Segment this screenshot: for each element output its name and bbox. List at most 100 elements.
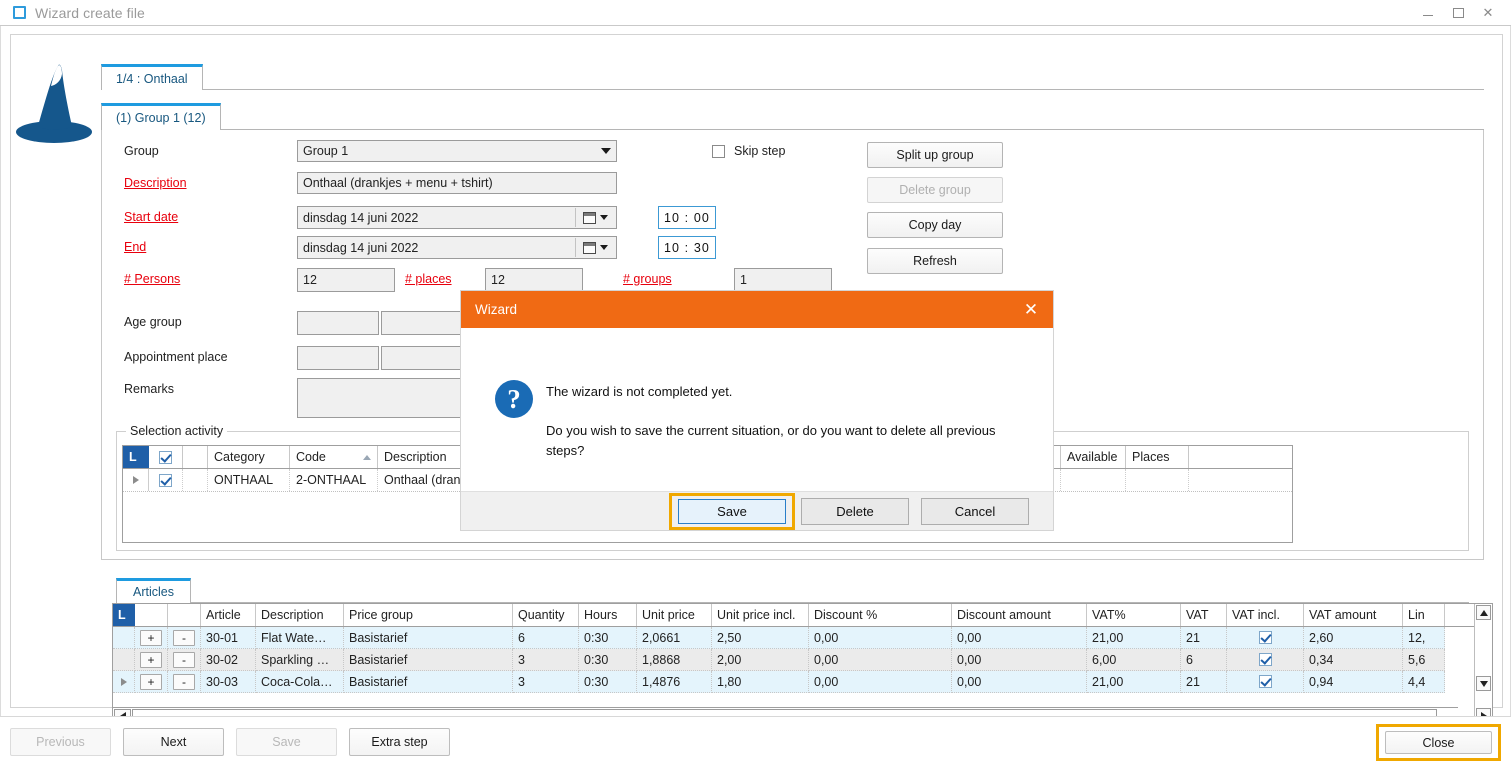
cell-vat-incl[interactable] bbox=[1227, 627, 1304, 649]
checkbox-icon[interactable] bbox=[1259, 653, 1272, 666]
chevron-down-icon[interactable] bbox=[596, 142, 615, 160]
description-input[interactable]: Onthaal (drankjes + menu + tshirt) bbox=[297, 172, 617, 194]
col-header-discount-pct[interactable]: Discount % bbox=[809, 604, 952, 626]
dialog-footer: Save Delete Cancel bbox=[461, 491, 1053, 530]
checkbox-icon[interactable] bbox=[159, 451, 172, 464]
cell-line: 4,4 bbox=[1403, 671, 1445, 693]
minus-icon[interactable]: - bbox=[173, 652, 195, 668]
start-date-picker-button[interactable] bbox=[575, 208, 615, 227]
groups-input[interactable]: 1 bbox=[734, 268, 832, 292]
col-header-l[interactable]: L bbox=[113, 604, 135, 626]
col-header-discount-amount[interactable]: Discount amount bbox=[952, 604, 1087, 626]
end-time-input[interactable]: 10 : 30 bbox=[658, 236, 716, 259]
row-checkbox[interactable] bbox=[149, 469, 183, 491]
col-header-line[interactable]: Lin bbox=[1403, 604, 1445, 626]
end-date-input[interactable]: dinsdag 14 juni 2022 bbox=[297, 236, 617, 259]
label-persons: # Persons bbox=[124, 272, 180, 286]
minus-icon[interactable]: - bbox=[173, 674, 195, 690]
previous-button: Previous bbox=[10, 728, 111, 756]
articles-header: L Article Description Price group Quanti… bbox=[113, 604, 1492, 627]
refresh-button[interactable]: Refresh bbox=[867, 248, 1003, 274]
col-header-vat[interactable]: VAT bbox=[1181, 604, 1227, 626]
col-header-vat-incl[interactable]: VAT incl. bbox=[1227, 604, 1304, 626]
remove-row-button[interactable]: - bbox=[168, 627, 201, 649]
scroll-down-button[interactable] bbox=[1476, 676, 1491, 691]
minus-icon[interactable]: - bbox=[173, 630, 195, 646]
col-header-price-group[interactable]: Price group bbox=[344, 604, 513, 626]
col-header-places[interactable]: Places bbox=[1126, 446, 1189, 468]
label-start-date: Start date bbox=[124, 210, 178, 224]
checkbox-icon[interactable] bbox=[712, 145, 725, 158]
col-header-l[interactable]: L bbox=[123, 446, 149, 468]
remove-row-button[interactable]: - bbox=[168, 671, 201, 693]
checkbox-icon[interactable] bbox=[1259, 631, 1272, 644]
dialog-close-icon[interactable]: ✕ bbox=[1009, 291, 1053, 328]
dialog-save-button[interactable]: Save bbox=[678, 499, 786, 524]
checkbox-icon[interactable] bbox=[1259, 675, 1272, 688]
col-header-article[interactable]: Article bbox=[201, 604, 256, 626]
table-row[interactable]: + - 30-01 Flat Wate… Basistarief 6 0:30 … bbox=[113, 627, 1492, 649]
col-header-unit-price[interactable]: Unit price bbox=[637, 604, 712, 626]
articles-grid[interactable]: L Article Description Price group Quanti… bbox=[112, 603, 1493, 725]
minimize-button[interactable] bbox=[1413, 1, 1443, 25]
scroll-up-button[interactable] bbox=[1476, 605, 1491, 620]
description-value: Onthaal (drankjes + menu + tshirt) bbox=[303, 175, 493, 191]
col-header-description[interactable]: Description bbox=[256, 604, 344, 626]
label-group: Group bbox=[124, 144, 159, 158]
age-group-input-1[interactable] bbox=[297, 311, 379, 335]
add-row-button[interactable]: + bbox=[135, 627, 168, 649]
end-date-picker-button[interactable] bbox=[575, 238, 615, 257]
col-header-available[interactable]: Available bbox=[1061, 446, 1126, 468]
tab-step-1-onthaal[interactable]: 1/4 : Onthaal bbox=[101, 64, 203, 90]
col-header-unit-price-incl[interactable]: Unit price incl. bbox=[712, 604, 809, 626]
next-button[interactable]: Next bbox=[123, 728, 224, 756]
add-row-button[interactable]: + bbox=[135, 649, 168, 671]
cell-description: Sparkling … bbox=[256, 649, 344, 671]
plus-icon[interactable]: + bbox=[140, 674, 162, 690]
row-spacer bbox=[183, 469, 208, 491]
dialog-cancel-button[interactable]: Cancel bbox=[921, 498, 1029, 525]
close-icon[interactable]: ✕ bbox=[1473, 1, 1503, 25]
appointment-place-input-1[interactable] bbox=[297, 346, 379, 370]
step-tab-strip: 1/4 : Onthaal bbox=[101, 64, 1484, 90]
skip-step-label: Skip step bbox=[734, 144, 785, 158]
close-button[interactable]: Close bbox=[1385, 731, 1492, 754]
table-row[interactable]: + - 30-02 Sparkling … Basistarief 3 0:30… bbox=[113, 649, 1492, 671]
group-combobox[interactable]: Group 1 bbox=[297, 140, 617, 162]
cell-unit-price: 1,4876 bbox=[637, 671, 712, 693]
start-time-input[interactable]: 10 : 00 bbox=[658, 206, 716, 229]
plus-icon[interactable]: + bbox=[140, 652, 162, 668]
cell-vat-amount: 2,60 bbox=[1304, 627, 1403, 649]
col-header-code[interactable]: Code bbox=[290, 446, 378, 468]
col-header-hours[interactable]: Hours bbox=[579, 604, 637, 626]
places-input[interactable]: 12 bbox=[485, 268, 583, 292]
col-header-quantity[interactable]: Quantity bbox=[513, 604, 579, 626]
dialog-delete-button[interactable]: Delete bbox=[801, 498, 909, 525]
vertical-scrollbar[interactable] bbox=[1474, 604, 1492, 725]
table-row[interactable]: + - 30-03 Coca-Cola… Basistarief 3 0:30 … bbox=[113, 671, 1492, 693]
col-header-select-all[interactable] bbox=[149, 446, 183, 468]
selection-activity-title: Selection activity bbox=[126, 424, 227, 438]
extra-step-button[interactable]: Extra step bbox=[349, 728, 450, 756]
start-date-input[interactable]: dinsdag 14 juni 2022 bbox=[297, 206, 617, 229]
add-row-button[interactable]: + bbox=[135, 671, 168, 693]
split-up-group-button[interactable]: Split up group bbox=[867, 142, 1003, 168]
copy-day-button[interactable]: Copy day bbox=[867, 212, 1003, 238]
col-header-vat-amount[interactable]: VAT amount bbox=[1304, 604, 1403, 626]
tab-group-1[interactable]: (1) Group 1 (12) bbox=[101, 103, 221, 130]
col-header-category[interactable]: Category bbox=[208, 446, 290, 468]
remove-row-button[interactable]: - bbox=[168, 649, 201, 671]
cell-unit-price-incl: 2,50 bbox=[712, 627, 809, 649]
checkbox-icon[interactable] bbox=[159, 474, 172, 487]
tab-articles[interactable]: Articles bbox=[116, 578, 191, 603]
cell-vat-incl[interactable] bbox=[1227, 649, 1304, 671]
cell-line: 12, bbox=[1403, 627, 1445, 649]
cell-vat-incl[interactable] bbox=[1227, 671, 1304, 693]
maximize-button[interactable] bbox=[1443, 1, 1473, 25]
persons-input[interactable]: 12 bbox=[297, 268, 395, 292]
skip-step-checkbox[interactable]: Skip step bbox=[712, 144, 785, 158]
plus-icon[interactable]: + bbox=[140, 630, 162, 646]
cell-discount-amount: 0,00 bbox=[952, 649, 1087, 671]
col-header-vat-pct[interactable]: VAT% bbox=[1087, 604, 1181, 626]
sort-ascending-icon bbox=[363, 455, 371, 460]
